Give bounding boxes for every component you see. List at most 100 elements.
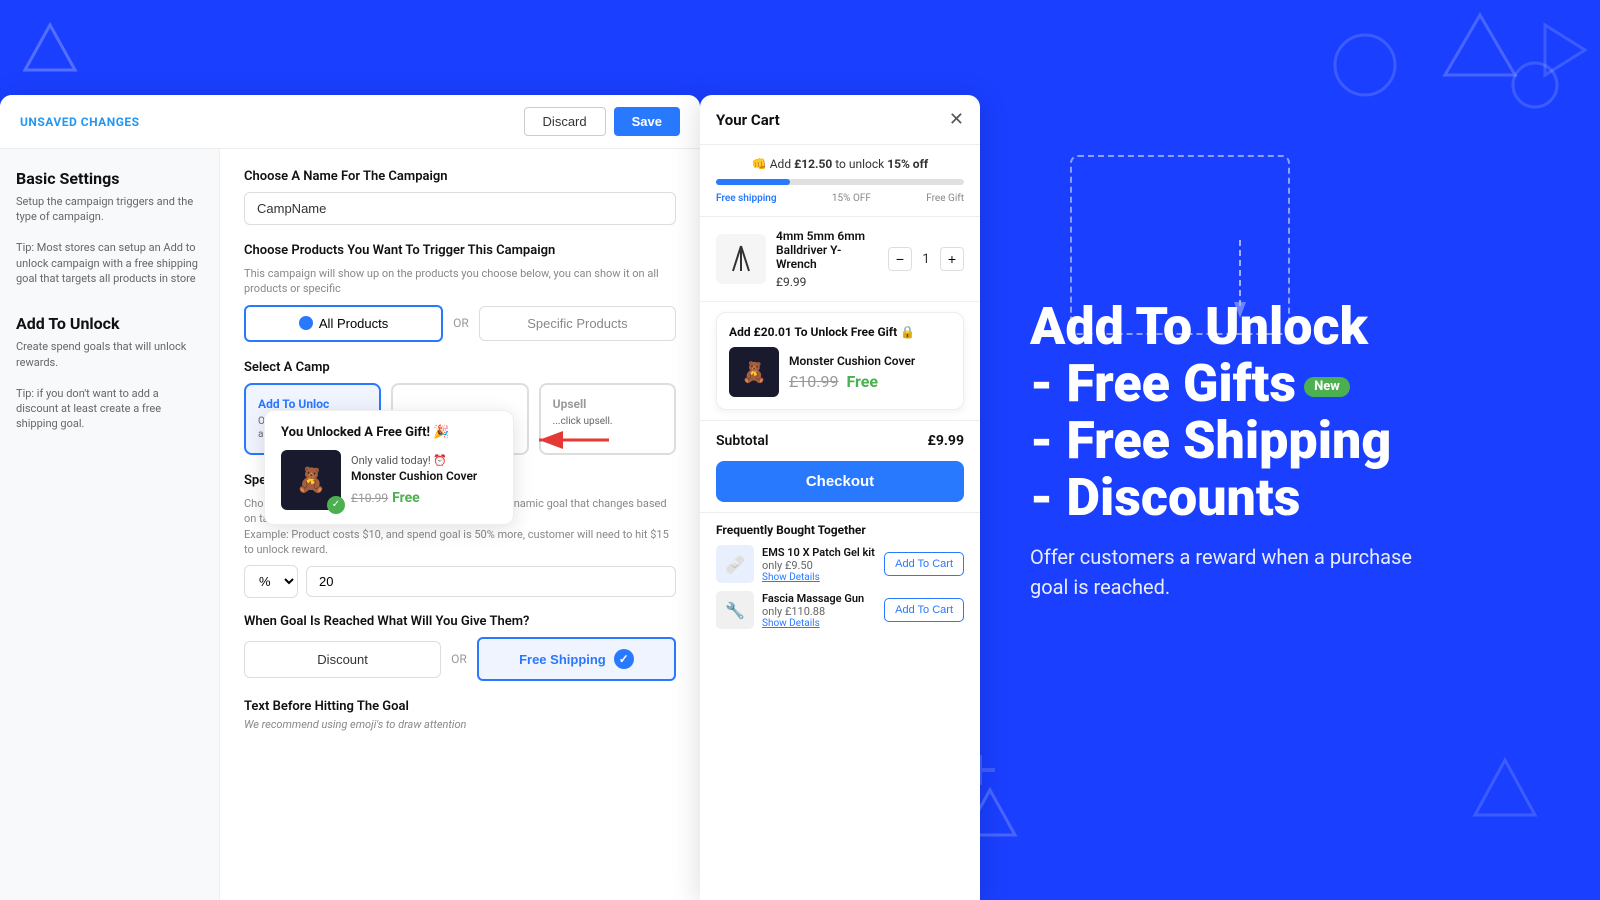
- cart-progress-text: 👊 Add £12.50 to unlock 15% off: [716, 157, 964, 171]
- free-gift-cart-price-orig: £10.99: [789, 372, 839, 391]
- fbt-item-2-image: 🔧: [716, 591, 754, 629]
- campaign-card-title-1: Add To Unloc: [258, 397, 367, 411]
- new-badge: New: [1304, 377, 1350, 397]
- check-circle-icon: ✓: [614, 649, 634, 669]
- free-shipping-label: Free Shipping: [519, 652, 606, 667]
- discount-button[interactable]: Discount: [244, 641, 441, 678]
- fbt-item-2-info: Fascia Massage Gun only £110.88 Show Det…: [762, 592, 876, 629]
- products-label: Choose Products You Want To Trigger This…: [244, 243, 676, 258]
- fbt-item-2-add-button[interactable]: Add To Cart: [884, 598, 964, 622]
- popup-price-row: £10.99 Free: [351, 487, 497, 506]
- or-label: OR: [451, 652, 467, 666]
- cart-panel: Your Cart ✕ 👊 Add £12.50 to unlock 15% o…: [700, 95, 980, 900]
- free-gift-popup: You Unlocked A Free Gift! 🎉 🧸 ✓ Only val…: [264, 410, 514, 525]
- sidebar-add-to-unlock: Add To Unlock Create spend goals that wi…: [16, 314, 203, 431]
- sidebar-add-to-unlock-desc: Create spend goals that will unlock rewa…: [16, 339, 203, 431]
- cart-title: Your Cart: [716, 111, 780, 129]
- fbt-item-2-show-details[interactable]: Show Details: [762, 618, 876, 629]
- subtotal-label: Subtotal: [716, 433, 769, 449]
- progress-milestones: Free shipping 15% OFF Free Gift: [716, 193, 964, 204]
- marketing-line1: Add To Unlock: [1030, 296, 1368, 357]
- cart-container: Your Cart ✕ 👊 Add £12.50 to unlock 15% o…: [700, 95, 980, 900]
- cart-close-button[interactable]: ✕: [949, 109, 964, 130]
- popup-product-image: 🧸 ✓: [281, 450, 341, 510]
- campaign-name-group: Choose A Name For The Campaign: [244, 169, 676, 225]
- cart-item-qty: − 1 +: [888, 247, 964, 271]
- products-group: Choose Products You Want To Trigger This…: [244, 243, 676, 342]
- fbt-item-2-price-row: only £110.88: [762, 605, 876, 618]
- progress-bar-bg: [716, 179, 964, 185]
- progress-bar-fill: [716, 179, 790, 185]
- progress-amount: £12.50: [794, 157, 832, 171]
- cart-item-name: 4mm 5mm 6mm Balldriver Y-Wrench: [776, 229, 878, 271]
- cart-item-image: [716, 234, 766, 284]
- fbt-item-2-name: Fascia Massage Gun: [762, 592, 876, 605]
- milestone-free-gift: Free Gift: [926, 193, 964, 204]
- specific-products-button[interactable]: Specific Products: [479, 306, 676, 341]
- form-area: Choose A Name For The Campaign Choose Pr…: [220, 149, 700, 900]
- main-panel: UNSAVED CHANGES Discard Save Basic Setti…: [0, 95, 700, 900]
- products-sublabel: This campaign will show up on the produc…: [244, 266, 676, 297]
- popup-check-badge: ✓: [327, 496, 345, 514]
- campaign-name-input[interactable]: [244, 192, 676, 225]
- spend-input[interactable]: [306, 566, 676, 597]
- spend-goal-row: %: [244, 565, 676, 598]
- fbt-item-1-price-row: only £9.50: [762, 559, 876, 572]
- fbt-item-1-name: EMS 10 X Patch Gel kit: [762, 546, 876, 559]
- free-gift-cart-price-free: Free: [846, 372, 878, 391]
- fbt-item-2-price: only £110.88: [762, 605, 825, 618]
- fbt-item-1-show-details[interactable]: Show Details: [762, 572, 876, 583]
- products-row: All Products OR Specific Products: [244, 305, 676, 342]
- subtotal-value: £9.99: [928, 433, 964, 449]
- free-gift-cart-price-row: £10.99 Free: [789, 372, 951, 391]
- progress-percent: 15% off: [887, 157, 928, 171]
- qty-decrease-button[interactable]: −: [888, 247, 912, 271]
- free-gift-cart-info: Monster Cushion Cover £10.99 Free: [789, 354, 951, 391]
- free-gift-cart-product-name: Monster Cushion Cover: [789, 354, 951, 368]
- header-actions: Discard Save: [524, 107, 680, 136]
- fbt-item-1-add-button[interactable]: Add To Cart: [884, 552, 964, 576]
- reward-group: When Goal Is Reached What Will You Give …: [244, 614, 676, 681]
- sidebar: Basic Settings Setup the campaign trigge…: [0, 149, 220, 900]
- popup-price-free: Free: [392, 490, 420, 506]
- or-text: OR: [453, 316, 469, 330]
- save-button[interactable]: Save: [614, 107, 680, 136]
- fbt-item-1-price: only £9.50: [762, 559, 813, 572]
- checkout-button[interactable]: Checkout: [716, 461, 964, 502]
- milestone-free-shipping: Free shipping: [716, 193, 777, 204]
- fbt-item-1-info: EMS 10 X Patch Gel kit only £9.50 Show D…: [762, 546, 876, 583]
- cart-progress-section: 👊 Add £12.50 to unlock 15% off Free ship…: [700, 145, 980, 217]
- marketing-line4: - Discounts: [1030, 467, 1300, 528]
- text-before-group: Text Before Hitting The Goal We recommen…: [244, 699, 676, 731]
- marketing-line3: - Free Shipping: [1030, 410, 1391, 471]
- fbt-title: Frequently Bought Together: [716, 523, 964, 537]
- qty-increase-button[interactable]: +: [940, 247, 964, 271]
- frequently-bought-section: Frequently Bought Together 🩹 EMS 10 X Pa…: [700, 512, 980, 647]
- popup-validity: Only valid today! ⏰: [351, 454, 497, 467]
- campaign-name-label: Choose A Name For The Campaign: [244, 169, 676, 184]
- text-before-sublabel: We recommend using emoji's to draw atten…: [244, 718, 676, 731]
- popup-product-info: Only valid today! ⏰ Monster Cushion Cove…: [351, 454, 497, 506]
- reward-row: Discount OR Free Shipping ✓: [244, 637, 676, 681]
- free-gift-cart-title: Add £20.01 To Unlock Free Gift 🔒: [729, 325, 951, 339]
- fbt-item-2: 🔧 Fascia Massage Gun only £110.88 Show D…: [716, 591, 964, 629]
- fbt-item-1: 🩹 EMS 10 X Patch Gel kit only £9.50 Show…: [716, 545, 964, 583]
- marketing-panel: Add To Unlock - Free GiftsNew - Free Shi…: [980, 0, 1600, 900]
- cart-header: Your Cart ✕: [700, 95, 980, 145]
- campaign-type-label: Select A Camp: [244, 360, 676, 375]
- text-before-label: Text Before Hitting The Goal: [244, 699, 676, 714]
- qty-number: 1: [918, 252, 934, 267]
- unsaved-bar: UNSAVED CHANGES Discard Save: [0, 95, 700, 149]
- panel-content: Basic Settings Setup the campaign trigge…: [0, 149, 700, 900]
- popup-product-name: Monster Cushion Cover: [351, 469, 497, 483]
- popup-product-row: 🧸 ✓ Only valid today! ⏰ Monster Cushion …: [281, 450, 497, 510]
- cart-item-price: £9.99: [776, 275, 878, 289]
- sidebar-add-to-unlock-title: Add To Unlock: [16, 314, 203, 333]
- free-shipping-button[interactable]: Free Shipping ✓: [477, 637, 676, 681]
- fbt-item-1-image: 🩹: [716, 545, 754, 583]
- all-products-button[interactable]: All Products: [244, 305, 443, 342]
- sidebar-basic-settings-title: Basic Settings: [16, 169, 203, 188]
- percent-select[interactable]: %: [244, 565, 298, 598]
- discard-button[interactable]: Discard: [524, 107, 606, 136]
- popup-price-orig: £10.99: [351, 491, 388, 505]
